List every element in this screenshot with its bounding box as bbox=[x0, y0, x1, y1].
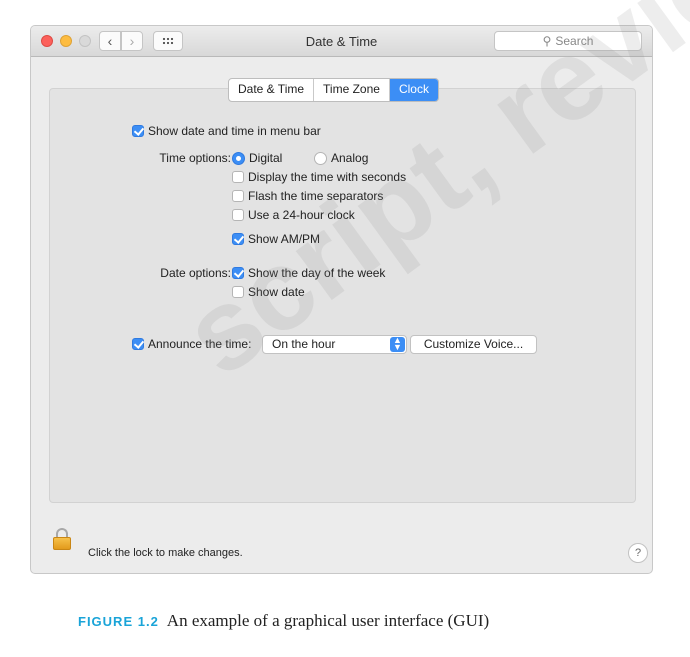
announce-time-label: Announce the time: bbox=[148, 337, 252, 351]
analog-radio[interactable] bbox=[314, 152, 327, 165]
announce-interval-select[interactable]: On the hour ▲ ▼ bbox=[262, 335, 407, 354]
date-options-row: Date options: bbox=[119, 266, 232, 280]
date-options-label: Date options: bbox=[160, 266, 231, 280]
use-24-hour-checkbox[interactable] bbox=[232, 209, 244, 221]
show-day-of-week-label: Show the day of the week bbox=[248, 266, 386, 280]
digital-radio[interactable] bbox=[232, 152, 245, 165]
announce-interval-value: On the hour bbox=[272, 337, 336, 351]
digital-label: Digital bbox=[249, 151, 283, 165]
lock-text: Click the lock to make changes. bbox=[88, 547, 243, 559]
customize-voice-button[interactable]: Customize Voice... bbox=[410, 335, 537, 354]
display-seconds-label: Display the time with seconds bbox=[248, 170, 407, 184]
chevron-up-down-icon: ▲ ▼ bbox=[390, 336, 405, 352]
analog-label: Analog bbox=[331, 151, 369, 165]
tab-bar: Date & Time Time Zone Clock bbox=[228, 78, 439, 102]
figure-caption: FIGURE 1.2 An example of a graphical user… bbox=[78, 611, 489, 631]
flash-separators-checkbox[interactable] bbox=[232, 190, 244, 202]
show-ampm-label: Show AM/PM bbox=[248, 232, 321, 246]
time-options-row: Time options: bbox=[119, 151, 232, 165]
show-ampm-checkbox[interactable] bbox=[232, 233, 244, 245]
digital-option: Digital bbox=[232, 151, 282, 165]
show-day-of-week-checkbox[interactable] bbox=[232, 267, 244, 279]
lock-icon[interactable] bbox=[53, 528, 71, 550]
search-placeholder: Search bbox=[555, 34, 594, 48]
display-seconds-row: Display the time with seconds bbox=[232, 170, 406, 184]
figure-label: FIGURE 1.2 bbox=[78, 614, 159, 629]
show-date-checkbox[interactable] bbox=[232, 286, 244, 298]
display-seconds-checkbox[interactable] bbox=[232, 171, 244, 183]
show-ampm-row: Show AM/PM bbox=[232, 232, 320, 246]
show-date-row: Show date bbox=[232, 285, 305, 299]
search-input[interactable]: ⚲ Search bbox=[494, 31, 642, 51]
flash-separators-label: Flash the time separators bbox=[248, 189, 384, 203]
show-day-of-week-row: Show the day of the week bbox=[232, 266, 385, 280]
announce-time-checkbox[interactable] bbox=[132, 338, 144, 350]
show-in-menu-bar-label: Show date and time in menu bar bbox=[148, 124, 321, 138]
show-date-label: Show date bbox=[248, 285, 305, 299]
system-preferences-window: ‹ › Date & Time ⚲ Search Date & Time Time… bbox=[30, 25, 653, 574]
use-24-hour-row: Use a 24-hour clock bbox=[232, 208, 355, 222]
figure-caption-text: An example of a graphical user interface… bbox=[166, 611, 490, 630]
announce-time-row: Announce the time: bbox=[132, 337, 251, 351]
tab-clock[interactable]: Clock bbox=[389, 79, 438, 101]
use-24-hour-label: Use a 24-hour clock bbox=[248, 208, 355, 222]
search-icon: ⚲ bbox=[542, 34, 552, 48]
titlebar: ‹ › Date & Time ⚲ Search bbox=[31, 26, 652, 57]
show-in-menu-bar-row: Show date and time in menu bar bbox=[132, 124, 321, 138]
analog-option: Analog bbox=[314, 151, 368, 165]
help-icon[interactable]: ? bbox=[628, 543, 648, 563]
flash-separators-row: Flash the time separators bbox=[232, 189, 383, 203]
time-options-label: Time options: bbox=[159, 151, 231, 165]
tab-date-time[interactable]: Date & Time bbox=[229, 79, 315, 101]
tab-time-zone[interactable]: Time Zone bbox=[314, 79, 390, 101]
show-in-menu-bar-checkbox[interactable] bbox=[132, 125, 144, 137]
